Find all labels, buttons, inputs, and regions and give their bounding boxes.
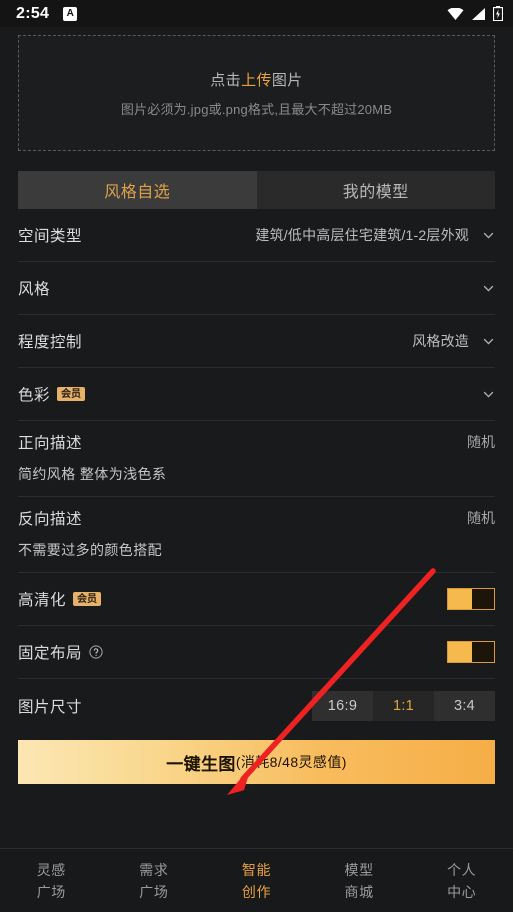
aspect-option-3-4[interactable]: 3:4	[434, 691, 495, 721]
row-degree-control[interactable]: 程度控制 风格改造	[18, 315, 495, 368]
positive-prompt-random-button[interactable]: 随机	[467, 432, 495, 452]
nav-item-smart-creation[interactable]: 智能 创作	[205, 860, 308, 902]
degree-control-value: 风格改造	[412, 333, 469, 349]
negative-prompt-random-button[interactable]: 随机	[467, 508, 495, 528]
app-badge-icon: A	[63, 6, 78, 21]
nav-label-line2: 创作	[241, 883, 272, 900]
aspect-option-16-9[interactable]: 16:9	[312, 691, 373, 721]
positive-prompt-label: 正向描述	[18, 435, 83, 452]
generate-button-cost-label: (消耗8/48灵感值)	[235, 754, 347, 770]
nav-label-line1: 个人	[447, 861, 477, 878]
row-space-type[interactable]: 空间类型 建筑/低中高层住宅建筑/1-2层外观	[18, 209, 495, 262]
row-color[interactable]: 色彩 会员	[18, 368, 495, 421]
aspect-ratio-selector: 16:9 1:1 3:4	[312, 690, 495, 721]
hd-toggle[interactable]	[447, 588, 495, 610]
fixed-layout-label-text: 固定布局	[18, 645, 83, 662]
wifi-icon	[447, 7, 464, 20]
bottom-navigation: 灵感 广场 需求 广场 智能 创作 模型 商城 个人 中心	[0, 848, 513, 912]
mode-tabs: 风格自选 我的模型	[18, 171, 495, 209]
negative-prompt-text[interactable]: 不需要过多的颜色搭配	[18, 540, 495, 560]
nav-label-line2: 中心	[447, 883, 477, 900]
upload-title: 点击上传图片	[210, 69, 302, 90]
toggle-knob	[472, 642, 494, 662]
row-style[interactable]: 风格	[18, 262, 495, 315]
generate-button-main-label: 一键生图	[166, 754, 236, 774]
nav-label-line1: 需求	[139, 861, 169, 878]
nav-label-line1: 模型	[344, 861, 374, 878]
row-image-size: 图片尺寸 16:9 1:1 3:4	[18, 679, 495, 732]
style-label: 风格	[18, 281, 51, 298]
row-fixed-layout[interactable]: 固定布局	[18, 626, 495, 679]
nav-label-line2: 广场	[139, 883, 169, 900]
upload-title-highlight: 上传	[241, 71, 272, 89]
chevron-down-icon	[483, 391, 494, 398]
generate-image-button[interactable]: 一键生图 (消耗8/48灵感值)	[18, 740, 495, 784]
chevron-down-icon	[483, 285, 494, 292]
hd-label: 高清化 会员	[18, 588, 102, 610]
space-type-label: 空间类型	[18, 228, 83, 245]
status-time: 2:54	[16, 4, 50, 22]
row-negative-prompt[interactable]: 反向描述 随机 不需要过多的颜色搭配	[18, 497, 495, 573]
negative-prompt-label: 反向描述	[18, 511, 83, 528]
help-question-icon[interactable]	[89, 645, 103, 659]
upload-subtitle: 图片必须为.jpg或.png格式,且最大不超过20MB	[120, 101, 393, 117]
nav-item-demand-plaza[interactable]: 需求 广场	[103, 860, 206, 902]
fixed-layout-toggle[interactable]	[447, 641, 495, 663]
status-icons	[447, 6, 503, 21]
color-label-text: 色彩	[18, 387, 51, 404]
image-upload-dropzone[interactable]: 点击上传图片 图片必须为.jpg或.png格式,且最大不超过20MB	[18, 35, 495, 151]
upload-title-suffix: 图片	[271, 71, 303, 89]
main-content: 点击上传图片 图片必须为.jpg或.png格式,且最大不超过20MB 风格自选 …	[0, 27, 513, 848]
image-size-label: 图片尺寸	[18, 698, 83, 716]
status-bar: 2:54 A	[0, 0, 513, 27]
settings-list: 空间类型 建筑/低中高层住宅建筑/1-2层外观 风格 程度控制 风格改造 色彩 …	[18, 209, 495, 732]
chevron-down-icon	[483, 338, 494, 345]
nav-label-line1: 智能	[241, 861, 272, 878]
negative-prompt-header: 反向描述 随机	[18, 507, 495, 529]
cta-container: 一键生图 (消耗8/48灵感值)	[0, 732, 513, 784]
hd-label-text: 高清化	[18, 592, 67, 609]
vip-badge: 会员	[57, 387, 86, 401]
aspect-option-1-1[interactable]: 1:1	[373, 690, 434, 721]
vip-badge: 会员	[73, 592, 102, 606]
tab-style-select[interactable]: 风格自选	[18, 171, 257, 209]
row-hd[interactable]: 高清化 会员	[18, 573, 495, 626]
positive-prompt-header: 正向描述 随机	[18, 431, 495, 453]
toggle-knob	[472, 589, 494, 609]
positive-prompt-text[interactable]: 简约风格 整体为浅色系	[18, 464, 495, 484]
chevron-down-icon	[483, 232, 494, 239]
upload-title-prefix: 点击	[210, 71, 242, 89]
nav-item-personal-center[interactable]: 个人 中心	[410, 860, 513, 902]
nav-label-line2: 广场	[36, 883, 66, 900]
nav-item-inspiration-plaza[interactable]: 灵感 广场	[0, 860, 103, 902]
battery-charging-icon	[493, 6, 503, 21]
nav-item-model-store[interactable]: 模型 商城	[308, 860, 411, 902]
color-label: 色彩 会员	[18, 383, 86, 405]
tab-my-models[interactable]: 我的模型	[257, 171, 496, 209]
nav-label-line2: 商城	[344, 883, 374, 900]
space-type-value: 建筑/低中高层住宅建筑/1-2层外观	[255, 227, 469, 243]
nav-label-line1: 灵感	[36, 861, 66, 878]
row-positive-prompt[interactable]: 正向描述 随机 简约风格 整体为浅色系	[18, 421, 495, 497]
app-root: 2:54 A 点击上传图片 图片必须为.jpg或.png格式,且最大不超过20M…	[0, 0, 513, 912]
signal-icon	[472, 7, 485, 20]
fixed-layout-label: 固定布局	[18, 641, 103, 663]
degree-control-label: 程度控制	[18, 334, 83, 351]
